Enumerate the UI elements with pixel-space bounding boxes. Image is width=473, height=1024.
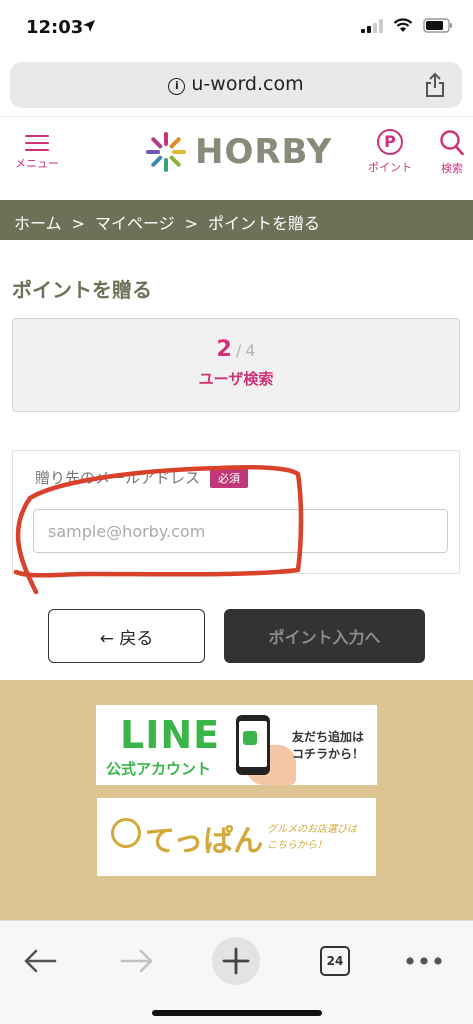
url-text: u-word.com xyxy=(191,73,304,95)
status-time: 12:03 xyxy=(26,17,84,38)
email-field[interactable] xyxy=(33,509,448,553)
browser-back-button[interactable] xyxy=(18,933,62,989)
line-cta-line2: コチラから！ xyxy=(292,747,365,761)
status-bar: 12:03 xyxy=(0,0,473,56)
breadcrumb-separator: > xyxy=(71,214,85,233)
breadcrumb: ホーム > マイページ > ポイントを贈る xyxy=(0,200,473,240)
teppan-banner-title: てっぱん xyxy=(145,824,264,859)
logo-text: HORBY xyxy=(195,132,333,172)
info-icon[interactable]: i xyxy=(168,78,186,95)
back-button[interactable]: ← 戻る xyxy=(48,609,205,663)
url-display[interactable]: i u-word.com xyxy=(10,73,462,95)
signal-icon xyxy=(361,18,383,33)
share-icon[interactable] xyxy=(424,72,446,98)
wifi-icon xyxy=(393,18,413,32)
email-label: 贈り先のメールアドレス xyxy=(35,469,201,487)
line-banner[interactable]: LINE 公式アカウント 友だち追加は コチラから！ xyxy=(96,705,377,785)
plus-icon xyxy=(222,947,250,975)
page-title: ポイントを贈る xyxy=(12,278,152,302)
tabs-button[interactable]: 24 xyxy=(318,933,352,989)
site-header: メニュー HORBY P ポイント 検索 xyxy=(0,116,473,200)
teppan-cta-line2: こちらから！ xyxy=(267,840,327,851)
battery-icon xyxy=(423,18,452,33)
tab-count: 24 xyxy=(320,946,350,976)
address-bar[interactable]: i u-word.com xyxy=(10,62,462,108)
required-badge: 必須 xyxy=(210,467,249,488)
phone-icon xyxy=(236,715,270,775)
arrow-right-icon xyxy=(120,949,153,973)
search-label: 検索 xyxy=(441,162,463,175)
point-button[interactable]: P ポイント xyxy=(365,129,415,175)
line-banner-cta: 友だち追加は コチラから！ xyxy=(292,729,364,763)
point-icon: P xyxy=(377,129,403,155)
new-tab-button[interactable] xyxy=(212,933,260,989)
step-current: 2 xyxy=(216,337,232,362)
step-count: 2/4 xyxy=(13,337,459,362)
step-indicator: 2/4 ユーザ検索 xyxy=(12,318,460,412)
step-total: 4 xyxy=(245,341,256,360)
status-indicators xyxy=(361,18,453,33)
banner-area: LINE 公式アカウント 友だち追加は コチラから！ てっぱん グルメのお店選び… xyxy=(0,680,473,920)
menu-button[interactable]: メニュー xyxy=(12,135,62,171)
point-label: ポイント xyxy=(368,161,412,174)
teppan-cta-line1: グルメのお店選びは xyxy=(267,824,357,835)
line-app-icon xyxy=(243,731,257,745)
breadcrumb-current: ポイントを贈る xyxy=(208,214,321,233)
line-cta-line1: 友だち追加は xyxy=(292,730,365,744)
home-indicator xyxy=(152,1010,322,1016)
next-button[interactable]: ポイント入力へ xyxy=(224,609,425,663)
teppan-logo-icon xyxy=(111,818,141,848)
search-button[interactable]: 検索 xyxy=(432,129,472,176)
site-logo[interactable]: HORBY xyxy=(145,131,332,173)
browser-forward-button[interactable] xyxy=(115,933,159,989)
teppan-banner[interactable]: てっぱん グルメのお店選びは こちらから！ xyxy=(97,798,376,876)
hamburger-icon xyxy=(25,135,49,151)
more-dots-icon xyxy=(406,957,442,965)
email-label-row: 贈り先のメールアドレス 必須 xyxy=(35,467,249,488)
location-arrow-icon xyxy=(83,20,95,32)
step-slash: / xyxy=(235,341,242,360)
search-icon xyxy=(440,130,464,156)
breadcrumb-separator: > xyxy=(184,214,199,233)
arrow-left-icon xyxy=(24,949,57,973)
line-banner-subtitle: 公式アカウント xyxy=(106,760,212,778)
line-banner-title: LINE xyxy=(120,713,221,757)
breadcrumb-mypage[interactable]: マイページ xyxy=(95,214,175,233)
more-button[interactable] xyxy=(404,933,444,989)
email-form: 贈り先のメールアドレス 必須 xyxy=(12,450,460,574)
menu-label: メニュー xyxy=(15,157,59,170)
teppan-banner-cta: グルメのお店選びは こちらから！ xyxy=(267,822,357,854)
breadcrumb-home[interactable]: ホーム xyxy=(14,214,62,233)
horby-logo-mark xyxy=(146,132,186,172)
step-label: ユーザ検索 xyxy=(198,370,274,388)
browser-toolbar: 24 xyxy=(0,920,473,1024)
